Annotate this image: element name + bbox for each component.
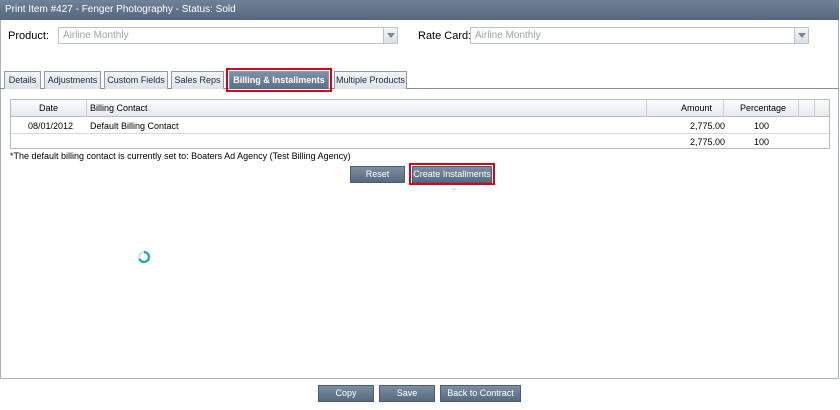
tab-multiple-products[interactable]: Multiple Products [334,71,407,89]
tab-adjustments[interactable]: Adjustments [44,71,101,89]
reset-button-label: Reset [365,169,390,179]
create-installments-highlight-box [409,163,495,185]
reset-button[interactable]: Reset [350,166,405,183]
loading-spinner-icon [137,250,151,264]
row-amount: 2,775.00 [690,121,726,131]
row-percentage: 100 [754,121,770,131]
billing-grid: Date Billing Contact Amount Percentage 0… [10,99,830,149]
row-billing-contact: Default Billing Contact [90,121,179,131]
back-to-contract-list-button[interactable]: Back to Contract List [440,385,521,410]
total-percentage: 100 [754,137,770,147]
tab-highlight-box [226,68,332,92]
col-divider [798,100,799,117]
rate-card-label: Rate Card: [418,30,472,42]
save-button-label: Save [396,388,418,398]
window-frame [0,0,839,379]
product-label: Product: [8,30,49,42]
col-divider [86,100,87,117]
col-divider [646,100,647,117]
col-billing-contact[interactable]: Billing Contact [90,100,148,116]
rate-card-dropdown-arrow-icon[interactable] [794,28,808,43]
col-divider [814,100,815,117]
col-amount[interactable]: Amount [681,100,712,116]
product-select[interactable]: Airline Monthly [58,27,398,44]
copy-button[interactable]: Copy [318,385,374,402]
copy-button-label: Copy [335,388,357,398]
col-percentage[interactable]: Percentage [740,100,786,116]
col-date[interactable]: Date [39,100,58,116]
window-title: Print Item #427 - Fenger Photography - S… [0,0,839,20]
tab-custom-fields[interactable]: Custom Fields [104,71,168,89]
save-button[interactable]: Save [379,385,435,402]
product-dropdown-arrow-icon[interactable] [383,28,397,43]
back-button-label: Back to Contract List [447,388,514,410]
default-billing-note: *The default billing contact is currentl… [10,151,351,161]
grid-header: Date Billing Contact Amount Percentage [11,100,829,117]
rate-card-select-value: Airline Monthly [475,30,541,41]
row-date: 08/01/2012 [28,121,74,131]
rate-card-select[interactable]: Airline Monthly [470,27,809,44]
tab-details[interactable]: Details [4,71,41,89]
total-amount: 2,775.00 [690,137,726,147]
product-select-value: Airline Monthly [63,30,129,41]
tab-sales-reps[interactable]: Sales Reps [171,71,224,89]
col-divider [723,100,724,117]
